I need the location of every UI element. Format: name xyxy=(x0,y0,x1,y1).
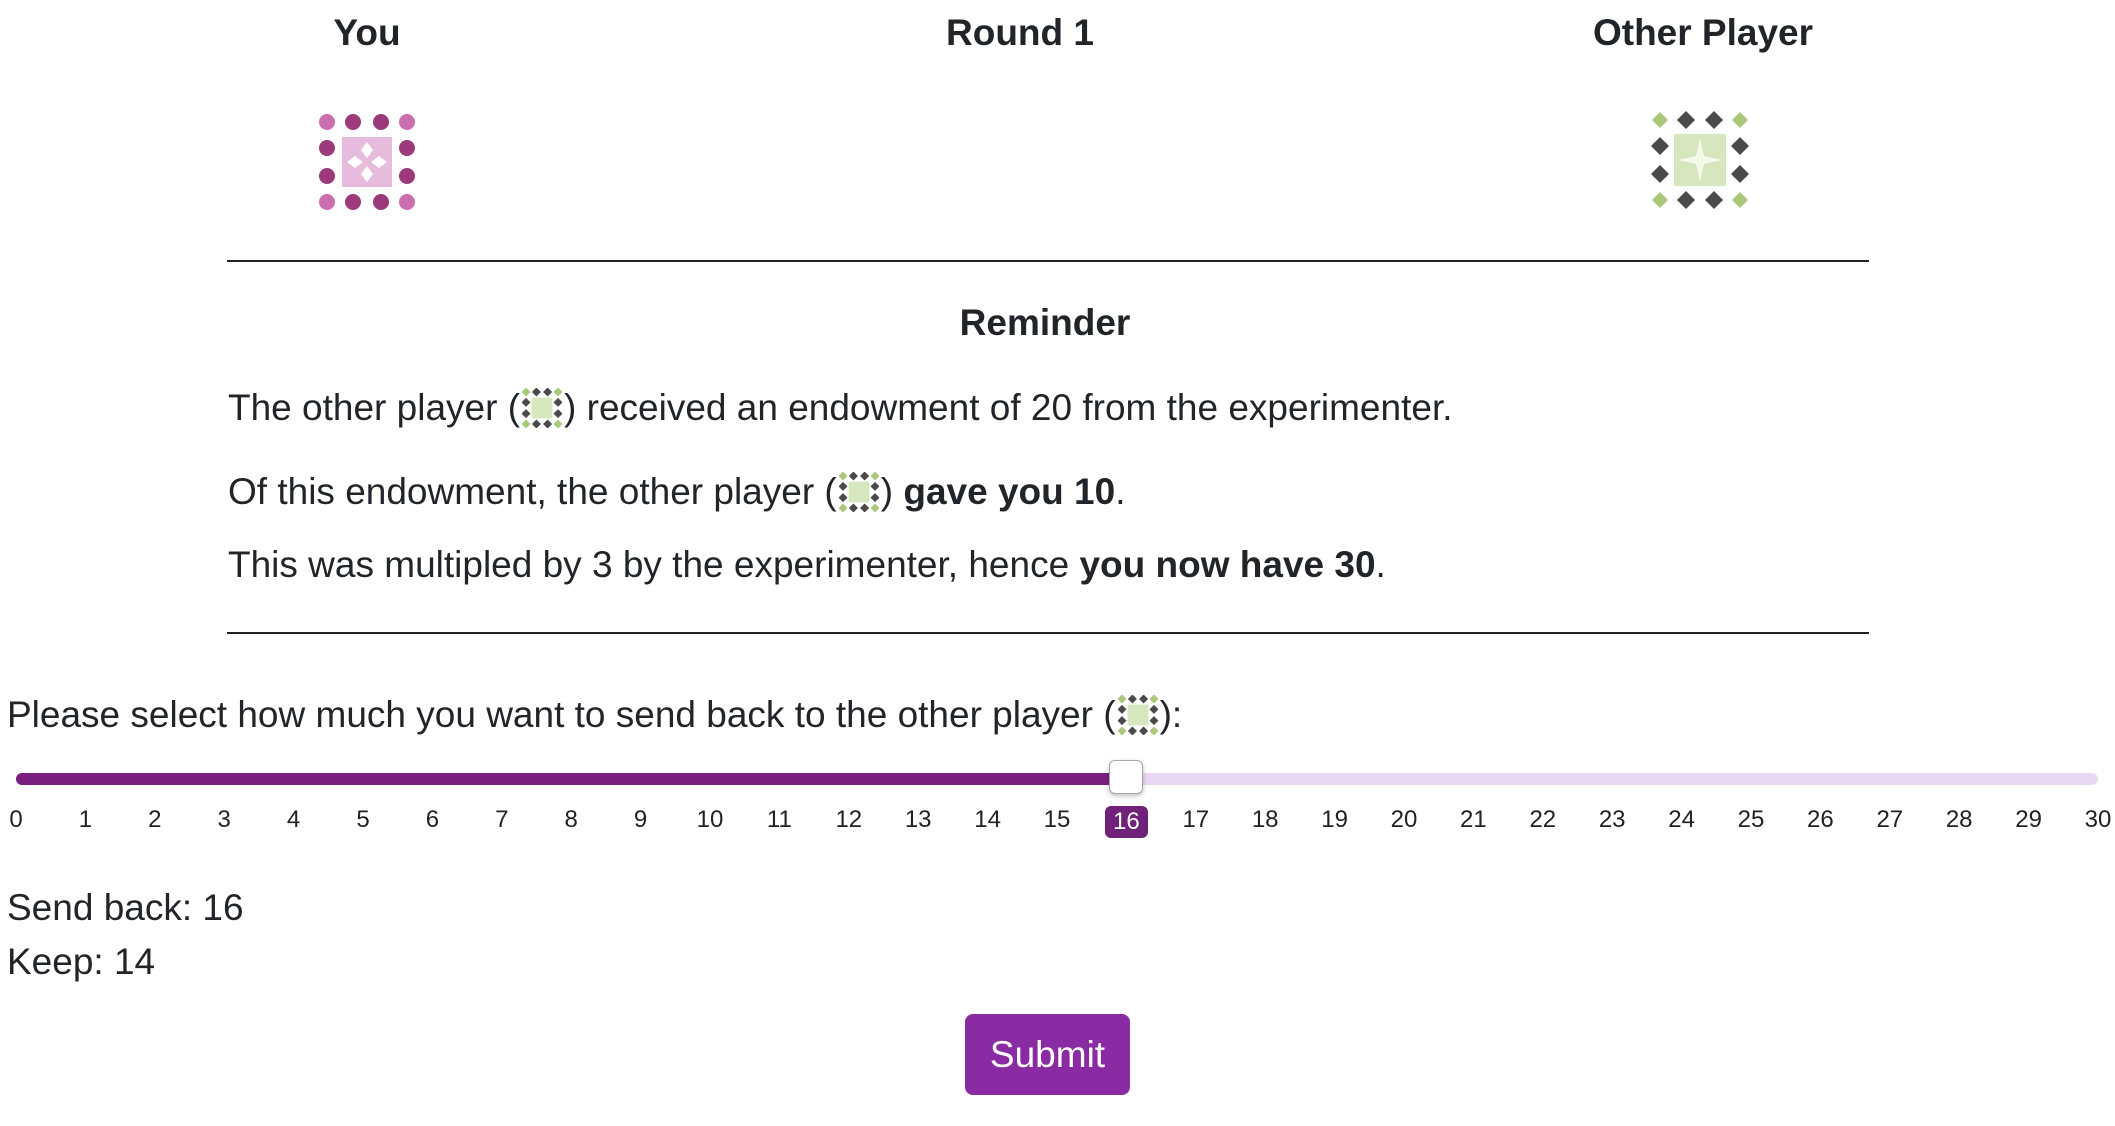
green-gray-quilt-icon xyxy=(1651,111,1749,209)
reminder-line-3: This was multipled by 3 by the experimen… xyxy=(228,544,1386,585)
slider-tick-label: 12 xyxy=(835,806,863,833)
round-heading: Round 1 xyxy=(946,12,1094,53)
slider-tick-label: 14 xyxy=(974,806,1001,833)
slider-tick-label: 8 xyxy=(564,806,578,833)
slider-tick-label: 26 xyxy=(1807,806,1834,833)
slider-tick-label: 19 xyxy=(1321,806,1348,833)
slider-tick-label: 28 xyxy=(1945,806,1973,833)
reminder-line-2: Of this endowment, the other player () g… xyxy=(228,471,1126,512)
slider-tick-label: 22 xyxy=(1529,806,1557,833)
reminder-line-1: The other player () received an endowmen… xyxy=(228,387,1453,428)
other-player-mini-icon xyxy=(1117,695,1158,735)
divider-bottom xyxy=(227,632,1869,634)
you-heading: You xyxy=(333,12,401,53)
slider-tick-label: 6 xyxy=(425,806,440,833)
slider-tick-label: 7 xyxy=(495,806,509,833)
slider-tick-label: 13 xyxy=(904,806,932,833)
slider-tick-label: 16 xyxy=(1096,806,1156,838)
slider-tick-label: 30 xyxy=(2084,806,2112,833)
other-player-mini-icon xyxy=(522,388,563,428)
slider-tick-label: 17 xyxy=(1182,806,1210,833)
slider-tick-label: 9 xyxy=(633,806,648,833)
slider-tick-label: 18 xyxy=(1251,806,1279,833)
slider-tick-label: 5 xyxy=(356,806,370,833)
slider-tick-label: 24 xyxy=(1668,806,1695,833)
slider-tick-label: 20 xyxy=(1390,806,1418,833)
slider-tick-label: 2 xyxy=(148,806,162,833)
slider-tick-label: 0 xyxy=(9,806,23,833)
slider-fill xyxy=(16,773,1127,785)
send-back-prompt: Please select how much you want to send … xyxy=(7,694,1183,735)
other-player-heading: Other Player xyxy=(1592,12,1814,53)
slider-tick-label: 27 xyxy=(1876,806,1904,833)
slider-tick-label: 15 xyxy=(1043,806,1071,833)
slider-thumb[interactable] xyxy=(1109,760,1144,794)
pink-tiled-quilt-icon xyxy=(319,114,415,210)
slider-tick-label: 11 xyxy=(766,806,792,833)
slider-tick-label: 21 xyxy=(1460,806,1487,833)
submit-button[interactable]: Submit xyxy=(965,1014,1130,1095)
divider-top xyxy=(227,260,1869,262)
send-back-value: Send back: 16 xyxy=(7,887,244,928)
slider-tick-label: 10 xyxy=(696,806,724,833)
other-player-mini-icon xyxy=(838,472,879,512)
slider-tick-label: 23 xyxy=(1598,806,1626,833)
slider-tick-label: 1 xyxy=(78,806,93,833)
keep-value: Keep: 14 xyxy=(7,941,156,982)
slider-tick-label: 25 xyxy=(1737,806,1765,833)
slider-tick-label: 3 xyxy=(217,806,231,833)
slider-tick-label: 4 xyxy=(286,806,301,833)
slider-tick-label: 29 xyxy=(2015,806,2042,833)
reminder-title: Reminder xyxy=(959,302,1131,343)
